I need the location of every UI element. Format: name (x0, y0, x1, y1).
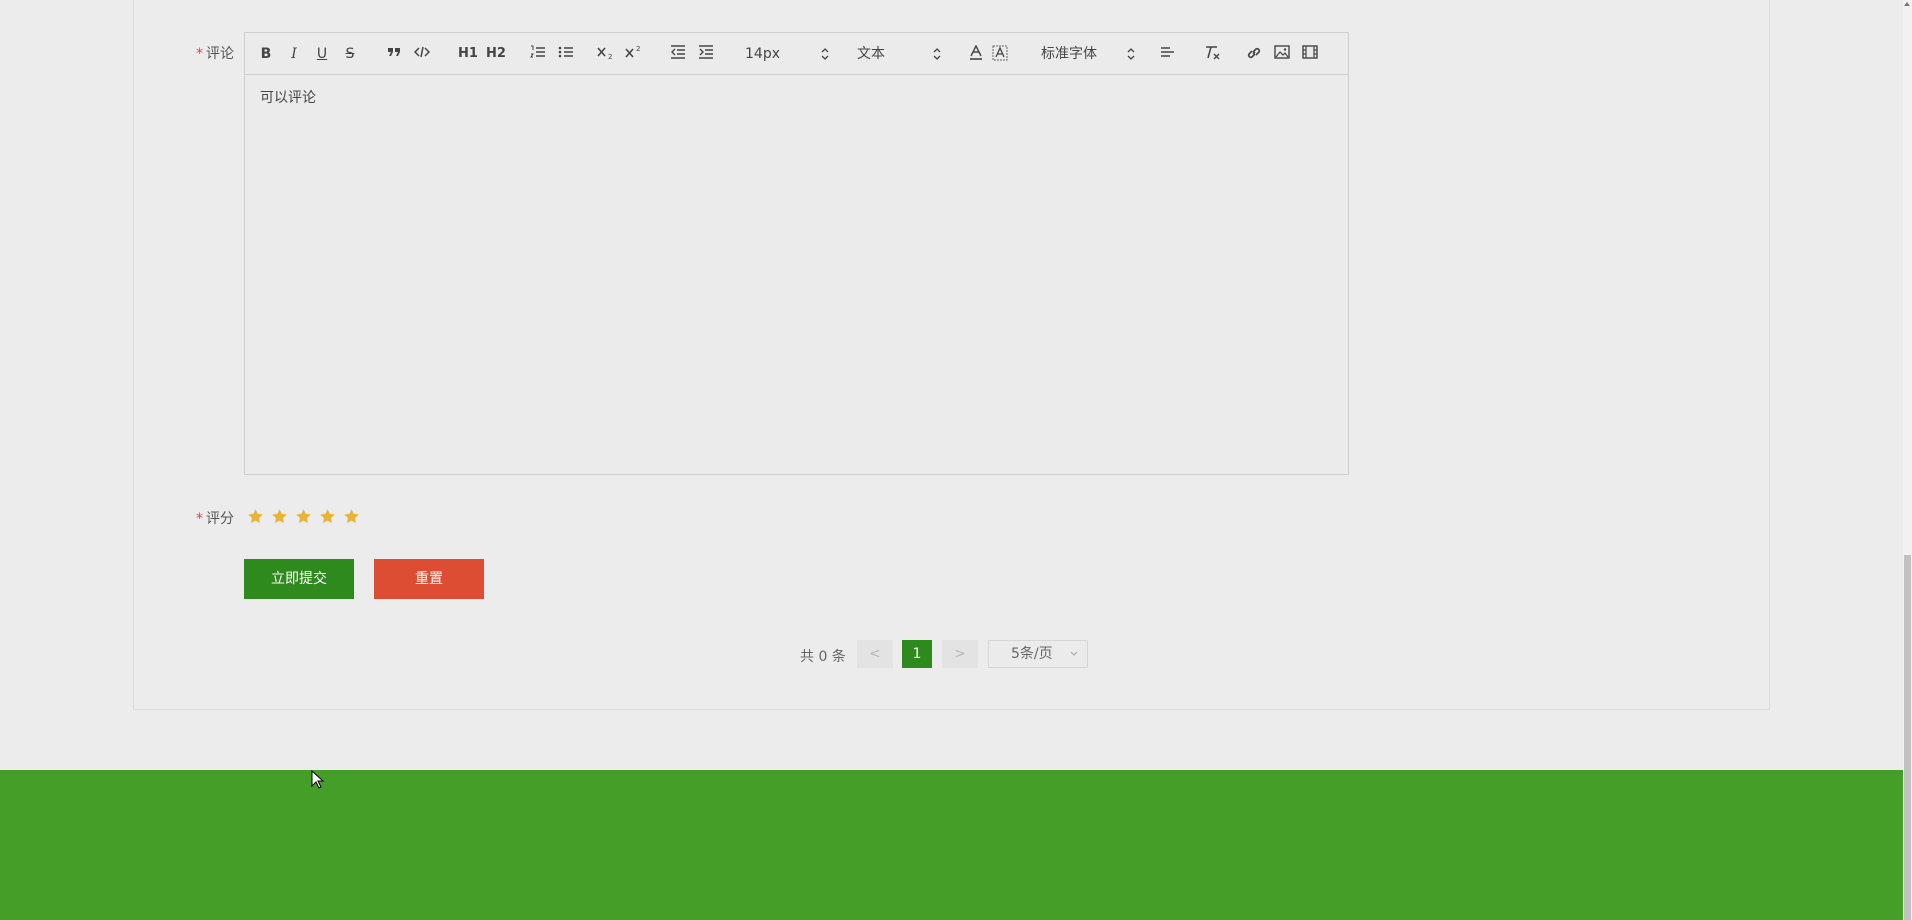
quote-icon (388, 48, 400, 56)
outdent-button[interactable] (669, 45, 687, 63)
reset-button[interactable]: 重置 (374, 559, 484, 599)
star-icon[interactable] (271, 508, 288, 525)
indent-icon (699, 45, 713, 59)
background-color-button[interactable] (991, 45, 1009, 63)
font-color-button[interactable] (967, 45, 985, 63)
clear-format-button[interactable] (1203, 45, 1221, 63)
font-color-icon (970, 45, 982, 60)
highlight-icon (992, 45, 1008, 61)
select-caret-icon (1127, 48, 1135, 60)
subscript-icon: 2 (597, 47, 612, 59)
italic-button[interactable]: I (285, 45, 303, 63)
subscript-button[interactable]: 2 (597, 45, 615, 63)
svg-text:2: 2 (608, 53, 612, 59)
required-mark: * (196, 511, 203, 527)
ordered-list-icon (530, 45, 545, 58)
video-button[interactable] (1301, 45, 1319, 63)
indent-button[interactable] (697, 45, 715, 63)
star-icon[interactable] (295, 508, 312, 525)
font-family-select[interactable]: 标准字体 (1041, 45, 1135, 63)
font-size-select[interactable]: 14px (745, 45, 829, 63)
image-icon (1274, 45, 1290, 59)
page-size-select[interactable]: 5条/页 (988, 640, 1088, 668)
editor-content[interactable]: 可以评论 (245, 75, 1348, 119)
comment-label: * 评论 (196, 46, 234, 62)
heading2-button[interactable]: H2 (485, 45, 507, 63)
scrollbar-thumb[interactable] (1904, 555, 1911, 920)
rich-text-editor[interactable]: B I U S H1 H2 2 2 14px 文本 标准字体 可以评论 (244, 32, 1349, 475)
text-style-select[interactable]: 文本 (857, 45, 941, 63)
ordered-list-button[interactable] (529, 45, 547, 63)
strikethrough-button[interactable]: S (341, 45, 359, 63)
next-page-button[interactable]: > (942, 640, 978, 668)
align-button[interactable] (1159, 45, 1177, 63)
code-block-button[interactable] (413, 45, 431, 63)
superscript-button[interactable]: 2 (625, 45, 643, 63)
star-icon[interactable] (247, 508, 264, 525)
video-icon (1302, 45, 1318, 59)
page-number-current[interactable]: 1 (902, 640, 932, 668)
clear-format-icon (1206, 46, 1220, 60)
page-scrollbar[interactable] (1903, 0, 1912, 920)
scroll-up-icon[interactable] (1904, 2, 1910, 6)
link-icon (1247, 47, 1261, 59)
bullet-list-button[interactable] (557, 45, 575, 63)
outdent-icon (671, 45, 685, 59)
heading1-button[interactable]: H1 (457, 45, 479, 63)
total-count: 共 0 条 (800, 649, 846, 665)
required-mark: * (196, 46, 203, 62)
blockquote-button[interactable] (385, 45, 403, 63)
rating-label: * 评分 (196, 511, 234, 527)
select-caret-icon (821, 48, 829, 60)
superscript-icon: 2 (625, 45, 640, 58)
star-icon[interactable] (319, 508, 336, 525)
mouse-cursor-icon (311, 770, 325, 789)
link-button[interactable] (1245, 45, 1263, 63)
svg-text:2: 2 (636, 45, 640, 53)
star-icon[interactable] (343, 508, 360, 525)
code-icon (414, 46, 430, 58)
prev-page-button[interactable]: < (857, 640, 893, 668)
align-left-icon (1161, 47, 1174, 57)
editor-toolbar: B I U S H1 H2 2 2 14px 文本 标准字体 (245, 33, 1348, 75)
image-button[interactable] (1273, 45, 1291, 63)
bullet-list-icon (558, 46, 573, 58)
site-footer (0, 770, 1903, 920)
bold-button[interactable]: B (257, 45, 275, 63)
select-caret-icon (933, 48, 941, 60)
chevron-down-icon (1070, 651, 1078, 656)
underline-button[interactable]: U (313, 45, 331, 63)
submit-button[interactable]: 立即提交 (244, 559, 354, 599)
